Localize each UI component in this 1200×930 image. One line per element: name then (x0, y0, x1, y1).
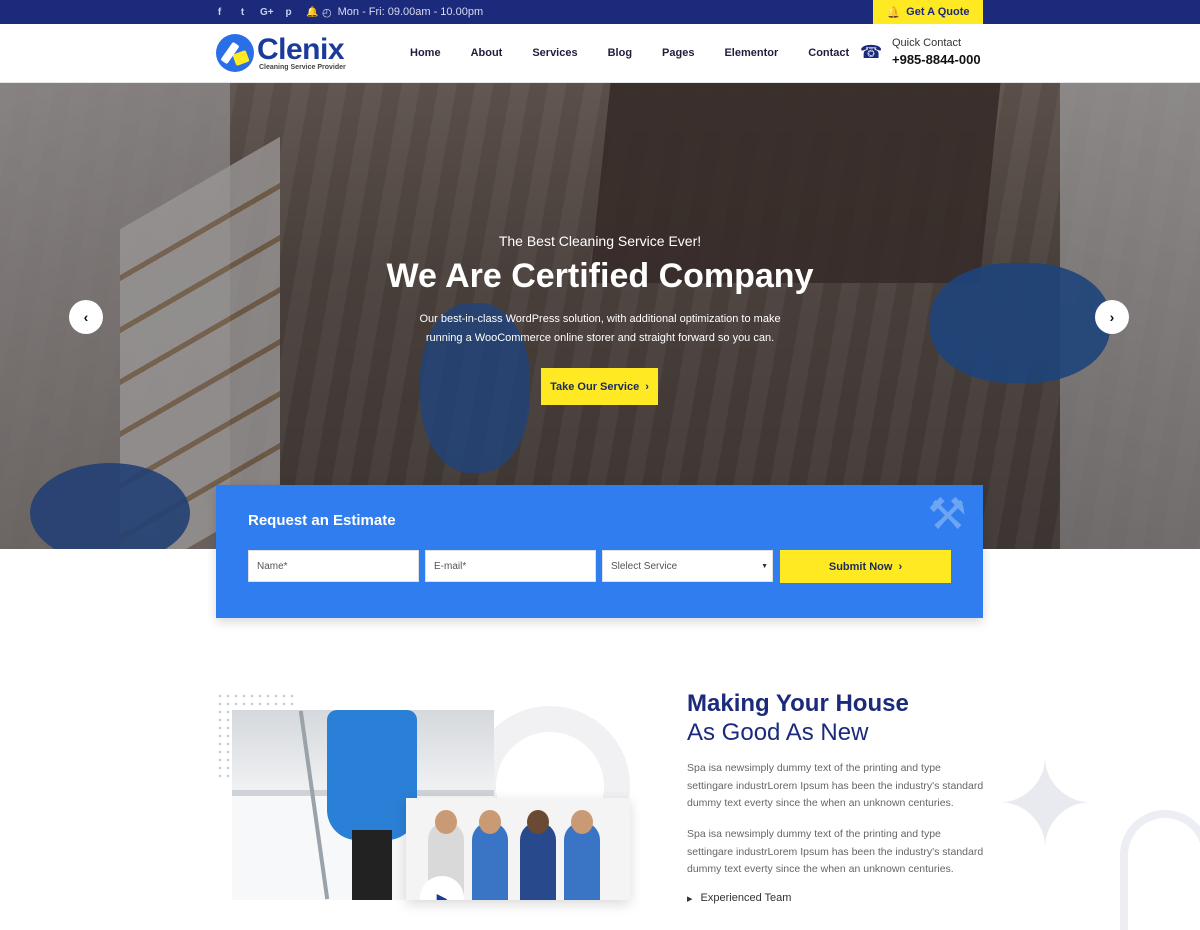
nav-elementor[interactable]: Elementor (724, 47, 778, 59)
phone-icon: ☎ (860, 42, 883, 62)
estimate-form: Request an Estimate ⚒ Name* E-mail* Slel… (216, 485, 983, 618)
service-select[interactable]: Slelect Service ▼ (602, 550, 773, 582)
caret-down-icon: ▼ (761, 562, 768, 570)
get-a-quote-button[interactable]: 🔔 Get A Quote (873, 0, 983, 24)
sparkle-decoration-icon: ✦ (994, 738, 1096, 872)
logo-mark-icon (216, 34, 254, 72)
get-a-quote-label: Get A Quote (906, 6, 970, 18)
take-our-service-button[interactable]: Take Our Service › (541, 368, 658, 405)
check-icon: ▸ (687, 893, 693, 905)
chevron-left-icon: ‹ (83, 309, 89, 325)
feature-list-item: ▸ Experienced Team (687, 892, 791, 905)
clock-icon: ◴ (322, 6, 332, 19)
name-placeholder: Name* (257, 560, 288, 572)
email-placeholder: E-mail* (434, 560, 467, 572)
quick-contact-label: Quick Contact (892, 37, 962, 49)
pinterest-icon[interactable]: p (283, 7, 294, 18)
about-paragraph-2: Spa isa newsimply dummy text of the prin… (687, 828, 984, 875)
nav-contact[interactable]: Contact (808, 47, 849, 59)
site-header: Clenix Cleaning Service Provider Home Ab… (0, 24, 1200, 83)
arch-decoration (1120, 810, 1200, 930)
email-input[interactable]: E-mail* (425, 550, 596, 582)
cleaning-tools-icon: ⚒ (927, 490, 967, 539)
quick-contact[interactable]: ☎ Quick Contact +985-8844-000 (860, 37, 981, 67)
chevron-right-icon: › (645, 380, 649, 393)
chevron-right-icon: › (898, 560, 903, 573)
top-bar: f t G+ p 🔔 ◴ Mon - Fri: 09.00am - 10.00p… (0, 0, 1200, 24)
slider-prev-button[interactable]: ‹ (69, 300, 103, 334)
quick-contact-phone[interactable]: +985-8844-000 (892, 52, 981, 67)
hero-pretitle: The Best Cleaning Service Ever! (498, 233, 702, 249)
twitter-icon[interactable]: t (237, 7, 248, 18)
opening-hours-text: Mon - Fri: 09.00am - 10.00pm (337, 6, 484, 18)
hero-title: We Are Certified Company (386, 257, 814, 295)
nav-blog[interactable]: Blog (608, 47, 632, 59)
hero-description: Our best-in-class WordPress solution, wi… (419, 313, 781, 344)
take-our-service-label: Take Our Service (550, 380, 640, 393)
google-plus-icon[interactable]: G+ (260, 7, 274, 18)
facebook-icon[interactable]: f (214, 7, 225, 18)
submit-now-label: Submit Now (828, 560, 893, 573)
name-input[interactable]: Name* (248, 550, 419, 582)
submit-now-button[interactable]: Submit Now › (780, 550, 951, 583)
chevron-right-icon: › (1109, 309, 1115, 325)
bell-icon: 🔔 (886, 6, 901, 19)
main-nav: Home About Services Blog Pages Elementor… (410, 24, 879, 82)
service-select-value: Slelect Service (611, 560, 678, 572)
brand-name: Clenix (257, 32, 345, 66)
brand-tagline: Cleaning Service Provider (259, 63, 346, 71)
estimate-title: Request an Estimate (248, 512, 396, 529)
nav-pages[interactable]: Pages (662, 47, 694, 59)
logo[interactable]: Clenix Cleaning Service Provider (216, 34, 346, 72)
slider-next-button[interactable]: › (1095, 300, 1129, 334)
social-links: f t G+ p 🔔 (214, 0, 319, 24)
about-title: Making Your House (687, 690, 909, 717)
team-video-thumbnail[interactable]: ▶ (406, 798, 630, 900)
nav-about[interactable]: About (471, 47, 503, 59)
feature-list-label: Experienced Team (700, 892, 792, 904)
nav-services[interactable]: Services (532, 47, 577, 59)
nav-home[interactable]: Home (410, 47, 441, 59)
about-subtitle: As Good As New (687, 719, 869, 746)
opening-hours: ◴ Mon - Fri: 09.00am - 10.00pm (322, 0, 483, 24)
hero-slider: The Best Cleaning Service Ever! We Are C… (0, 83, 1200, 549)
about-paragraph-1: Spa isa newsimply dummy text of the prin… (687, 762, 984, 809)
bell-icon[interactable]: 🔔 (306, 7, 318, 18)
